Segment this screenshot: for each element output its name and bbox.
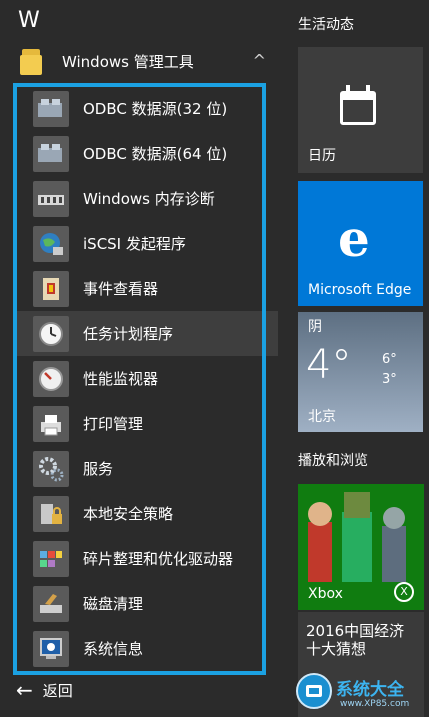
letter-heading[interactable]: W <box>18 8 40 33</box>
tile-xbox[interactable]: Xbox X <box>298 484 424 610</box>
windows-admin-tools-folder[interactable]: Windows 管理工具 ^ <box>14 42 282 80</box>
app-item-iscsi[interactable]: iSCSI 发起程序 <box>17 221 262 266</box>
tile-calendar[interactable]: 日历 <box>298 47 423 173</box>
xbox-logo-icon: X <box>394 582 414 602</box>
weather-city: 北京 <box>308 409 336 425</box>
app-item-memory-diagnostic[interactable]: Windows 内存诊断 <box>17 176 262 221</box>
app-item-local-security-policy[interactable]: 本地安全策略 <box>17 491 262 536</box>
folder-icon <box>18 47 44 75</box>
defragment-icon <box>33 540 69 577</box>
app-label: 本地安全策略 <box>83 505 174 523</box>
app-item-event-viewer[interactable]: 事件查看器 <box>17 266 262 311</box>
app-item-task-scheduler[interactable]: 任务计划程序 <box>13 311 278 356</box>
weather-high: 6° <box>382 352 397 367</box>
chevron-up-icon: ^ <box>252 51 266 70</box>
tile-label: Microsoft Edge <box>308 282 412 298</box>
app-item-disk-cleanup[interactable]: 磁盘清理 <box>17 581 262 626</box>
tile-label: Xbox <box>308 586 343 602</box>
odbc-icon <box>33 90 69 127</box>
app-item-odbc-32[interactable]: ODBC 数据源(32 位) <box>17 86 262 131</box>
app-list: ODBC 数据源(32 位) ODBC 数据源(64 位) Windows 内存… <box>13 86 278 671</box>
app-item-odbc-64[interactable]: ODBC 数据源(64 位) <box>17 131 262 176</box>
app-label: 任务计划程序 <box>83 325 174 343</box>
back-button[interactable]: ← 返回 <box>14 676 73 704</box>
back-label: 返回 <box>42 681 73 700</box>
folder-label: Windows 管理工具 <box>62 52 194 71</box>
odbc-icon <box>33 135 69 172</box>
memory-diagnostic-icon <box>33 180 69 217</box>
tile-microsoft-edge[interactable]: e Microsoft Edge <box>298 181 423 306</box>
arrow-left-icon: ← <box>16 678 33 702</box>
app-label: 服务 <box>83 460 114 478</box>
section-title-play: 播放和浏览 <box>298 453 368 469</box>
app-label: iSCSI 发起程序 <box>83 235 186 253</box>
print-management-icon <box>33 405 69 442</box>
app-label: 性能监视器 <box>83 370 159 388</box>
app-label: Windows 内存诊断 <box>83 190 215 208</box>
iscsi-globe-icon <box>33 225 69 262</box>
weather-condition: 阴 <box>308 319 322 335</box>
site-watermark: 系统大全 www.XP85.com <box>296 667 429 717</box>
app-label: ODBC 数据源(64 位) <box>83 145 228 163</box>
performance-monitor-icon <box>33 360 69 397</box>
watermark-title: 系统大全 <box>336 680 404 700</box>
app-item-system-information[interactable]: 系统信息 <box>17 626 262 671</box>
edge-logo-icon: e <box>338 209 370 268</box>
app-item-services[interactable]: 服务 <box>17 446 262 491</box>
disk-cleanup-icon <box>33 585 69 622</box>
app-label: 碎片整理和优化驱动器 <box>83 550 234 568</box>
xbox-avatars-image <box>308 492 406 582</box>
start-menu: W Windows 管理工具 ^ ODBC 数据源(32 位) ODBC 数据源… <box>0 0 429 717</box>
app-label: ODBC 数据源(32 位) <box>83 100 228 118</box>
tile-weather[interactable]: 阴 4° 6° 3° 北京 <box>298 312 423 432</box>
app-label: 打印管理 <box>83 415 144 433</box>
app-label: 磁盘清理 <box>83 595 144 613</box>
app-item-print-management[interactable]: 打印管理 <box>17 401 262 446</box>
services-gears-icon <box>33 450 69 487</box>
tile-label: 日历 <box>308 148 336 164</box>
weather-low: 3° <box>382 372 397 387</box>
event-viewer-icon <box>33 270 69 307</box>
task-scheduler-clock-icon <box>33 315 69 352</box>
app-label: 事件查看器 <box>83 280 159 298</box>
app-item-performance-monitor[interactable]: 性能监视器 <box>17 356 262 401</box>
watermark-logo-icon <box>296 673 332 709</box>
weather-temperature: 4° <box>306 342 352 388</box>
watermark-url: www.XP85.com <box>340 699 410 709</box>
system-information-icon <box>33 630 69 667</box>
app-label: 系统信息 <box>83 640 144 658</box>
section-title-life: 生活动态 <box>298 17 354 33</box>
local-security-policy-icon <box>33 495 69 532</box>
news-headline: 2016中国经济 十大猜想 <box>306 622 405 658</box>
app-item-defragment[interactable]: 碎片整理和优化驱动器 <box>17 536 262 581</box>
